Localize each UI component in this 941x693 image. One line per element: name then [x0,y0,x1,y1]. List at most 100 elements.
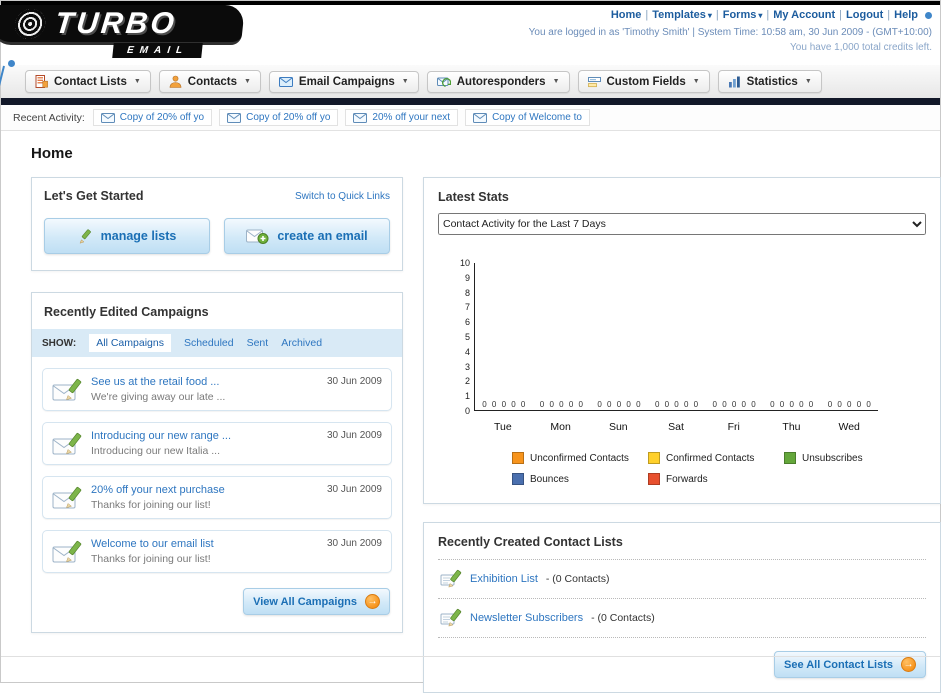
envelope-pencil-icon [52,376,82,403]
recent-activity-item[interactable]: Copy of 20% off yo [92,109,213,126]
arrow-right-icon: → [365,594,380,609]
footer-divider [1,656,940,657]
right-column: Latest Stats Contact Activity for the La… [423,177,941,693]
create-an-email-button[interactable]: create an email [224,218,390,254]
campaign-subtitle: Introducing our new Italia ... [91,445,220,457]
campaign-text: See us at the retail food ... We're givin… [91,376,318,403]
contact-list-link[interactable]: Newsletter Subscribers [470,612,583,624]
top-link-home[interactable]: Home [611,9,642,21]
campaign-row[interactable]: Introducing our new range ... Introducing… [42,422,392,465]
legend-swatch [512,473,524,485]
campaign-row[interactable]: See us at the retail food ... We're givin… [42,368,392,411]
chart-y-tick: 9 [464,272,470,283]
campaign-title-link[interactable]: See us at the retail food ... [91,376,318,388]
top-links: Home | Templates ▾ | Forms ▾ | My Account | Logout… [529,9,932,21]
app-logo: TURBO EMAIL [0,5,281,111]
campaign-subtitle: Thanks for joining our list! [91,553,211,565]
contact-list-link[interactable]: Exhibition List [470,573,538,585]
chart-group-wed: 0 0 0 0 0 [820,263,878,410]
tab-custom-fields[interactable]: Custom Fields ▼ [577,70,710,93]
tab-autoresponders[interactable]: Autoresponders ▼ [426,70,570,93]
contact-list-item[interactable]: Newsletter Subscribers - (0 Contacts) [438,599,926,638]
recent-activity-link: 20% off your next [372,112,451,123]
top-link-logout[interactable]: Logout [846,9,883,21]
chart-group-tue: 0 0 0 0 0 [475,263,533,410]
campaign-title-link[interactable]: Welcome to our email list [91,538,318,550]
tab-label: Contacts [187,75,237,88]
legend-label: Unconfirmed Contacts [530,452,629,464]
filter-all-campaigns[interactable]: All Campaigns [89,334,171,352]
recent-activity-item[interactable]: 20% off your next [345,109,459,126]
pencil-icon [78,228,93,244]
chart-y-axis: 10 9 8 7 6 5 4 3 2 1 0 [452,258,474,416]
chart-y-tick: 10 [459,258,470,268]
legend-item-confirmed-contacts: Confirmed Contacts [648,452,780,464]
campaign-title-link[interactable]: Introducing our new range ... [91,430,318,442]
chart-x-label: Thu [782,421,801,433]
chart-x-label: Sat [668,421,684,433]
legend-item-unconfirmed-contacts: Unconfirmed Contacts [512,452,644,464]
switch-quick-links-link[interactable]: Switch to Quick Links [295,191,390,202]
autoresponders-icon [436,76,451,88]
logo-text-email: EMAIL [112,43,203,58]
recent-activity-link: Copy of 20% off yo [119,112,205,123]
latest-stats-title: Latest Stats [438,190,509,204]
tab-contacts[interactable]: Contacts ▼ [158,70,261,93]
chart-x-label: Sun [608,421,628,433]
latest-stats-panel: Latest Stats Contact Activity for the La… [423,177,941,504]
recent-activity-item[interactable]: Copy of 20% off yo [219,109,339,126]
contact-list-item[interactable]: Exhibition List - (0 Contacts) [438,560,926,599]
chart-y-tick: 0 [464,405,470,416]
legend-label: Confirmed Contacts [666,452,755,464]
top-link-my-account[interactable]: My Account [773,9,835,21]
chart-plot: 0 0 0 0 0 0 0 0 0 0 0 0 0 0 0 0 0 0 0 0 0 0 … [474,263,878,411]
view-all-campaigns-label: View All Campaigns [253,595,357,608]
chart-value-labels: 0 0 0 0 0 [597,400,641,409]
envelope-icon [473,112,488,123]
stats-range-select[interactable]: Contact Activity for the Last 7 Days [438,213,926,235]
campaign-row[interactable]: Welcome to our email list Thanks for join… [42,530,392,573]
contact-lists-icon [35,75,48,88]
legend-item-unsubscribes: Unsubscribes [784,452,916,464]
filter-scheduled[interactable]: Scheduled [184,337,234,349]
credits-text: You have 1,000 total credits left. [790,42,932,53]
arrow-right-icon: → [901,657,916,672]
filter-sent[interactable]: Sent [247,337,269,349]
chart-x-label: Fri [727,421,740,433]
campaign-rows: See us at the retail food ... We're givin… [32,357,402,573]
filter-archived[interactable]: Archived [281,337,322,349]
campaign-text: Introducing our new range ... Introducing… [91,430,318,457]
campaign-date: 30 Jun 2009 [326,376,382,387]
chevron-down-icon: ▼ [401,78,409,85]
tab-label: Custom Fields [606,75,686,88]
tab-contact-lists[interactable]: Contact Lists ▼ [25,70,151,93]
tab-statistics[interactable]: Statistics ▼ [717,70,822,93]
recent-activity-items: Copy of 20% off yo Copy of 20% off yo 20% … [92,109,590,126]
top-link-help[interactable]: Help [894,9,918,21]
legend-swatch [648,473,660,485]
chart-value-labels: 0 0 0 0 0 [654,400,699,409]
top-link-templates[interactable]: Templates ▾ [652,9,712,21]
see-all-contact-lists-label: See All Contact Lists [783,658,893,671]
campaign-text: 20% off your next purchase Thanks for joi… [91,484,318,511]
envelope-plus-icon [246,229,269,244]
main-tabs: Contact Lists ▼ Contacts ▼ Email Campaigns ▼ A… [1,65,940,98]
chart-value-labels: 0 0 0 0 0 [712,400,756,409]
separator: | [645,9,649,21]
view-all-campaigns-button[interactable]: View All Campaigns → [243,588,390,615]
chart-y-tick: 4 [464,346,470,357]
campaign-row[interactable]: 20% off your next purchase Thanks for joi… [42,476,392,519]
top-link-forms[interactable]: Forms ▾ [723,9,763,21]
nav-divider-bar [1,98,940,105]
logo-text-turbo: TURBO [53,6,179,40]
manage-lists-button[interactable]: manage lists [44,218,210,254]
campaign-title-link[interactable]: 20% off your next purchase [91,484,318,496]
recent-activity-item[interactable]: Copy of Welcome to [465,109,590,126]
legend-swatch [784,452,796,464]
tab-label: Statistics [746,75,798,88]
chart-x-label: Tue [494,421,512,433]
tab-email-campaigns[interactable]: Email Campaigns ▼ [268,70,419,93]
chart-group-sun: 0 0 0 0 0 [590,263,648,410]
stats-chart: 10 9 8 7 6 5 4 3 2 1 0 0 0 0 0 00 0 0 0 00 0 0 0 0… [452,258,932,485]
chart-value-labels: 0 0 0 0 0 [539,400,583,409]
